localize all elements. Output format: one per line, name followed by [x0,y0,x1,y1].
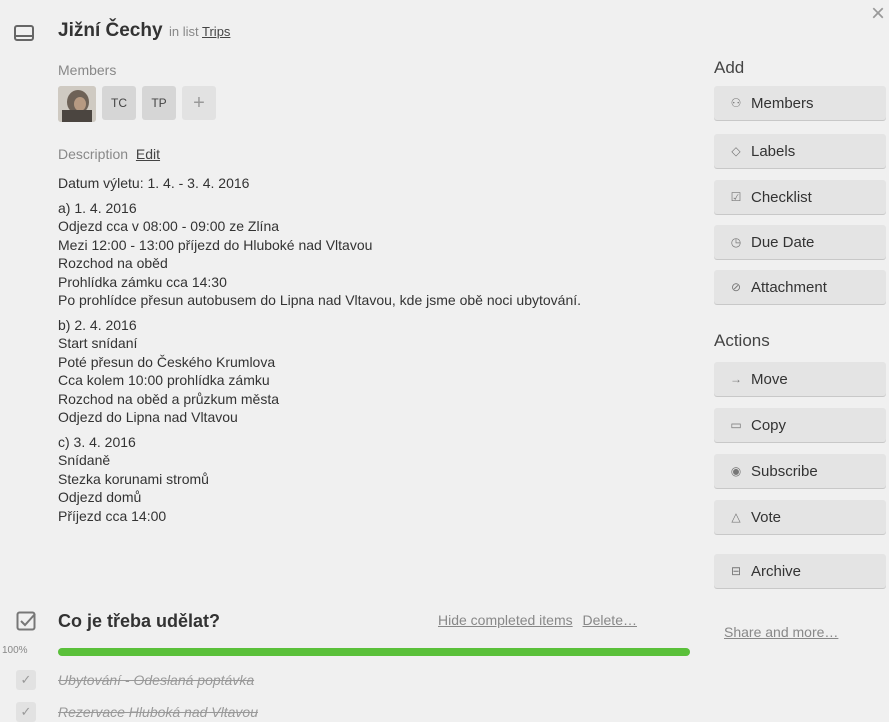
description-line: Po prohlídce přesun autobusem do Lipna n… [58,292,582,308]
button-label: Due Date [751,233,815,251]
description-header: Description Edit [58,146,160,162]
add-due-date-button[interactable]: ◷ Due Date [714,225,886,259]
add-attachment-button[interactable]: ⊘ Attachment [714,270,886,304]
members-label: Members [58,62,117,78]
button-label: Members [751,94,814,112]
card-detail-window: × Jižní Čechy in list Trips Members TC T… [0,0,889,722]
add-checklist-button[interactable]: ☑ Checklist [714,180,886,214]
description-label: Description [58,146,129,162]
description-line: Datum výletu: 1. 4. - 3. 4. 2016 [58,175,250,191]
checklist-icon: ☑ [730,190,742,204]
close-icon[interactable]: × [871,2,885,26]
checklist-percent: 100% [2,645,28,656]
members-list: TC TP + [58,86,216,122]
button-label: Copy [751,416,787,434]
eye-icon: ◉ [730,464,742,478]
thumbs-up-icon: △ [731,510,741,524]
copy-icon: ▭ [730,418,742,432]
card-icon [14,25,34,41]
archive-button[interactable]: ⊟ Archive [714,554,886,588]
add-member-button[interactable]: + [182,86,216,120]
edit-description-link[interactable]: Edit [136,146,160,162]
arrow-right-icon: → [730,372,742,386]
member-tc[interactable]: TC [102,86,136,120]
checklist-controls: Hide completed items Delete… [438,612,637,628]
description-line: c) 3. 4. 2016 [58,433,136,450]
in-list-text: in list Trips [169,24,230,39]
add-members-button[interactable]: ⚇ Members [714,86,886,120]
person-icon: ⚇ [730,96,742,110]
tag-icon: ◇ [731,144,741,158]
description-line: Rozchod na oběd [58,255,168,271]
member-tp[interactable]: TP [142,86,176,120]
checklist-item-checkbox[interactable]: ✓ [16,702,36,722]
copy-button[interactable]: ▭ Copy [714,408,886,442]
share-and-more-link[interactable]: Share and more… [724,624,838,640]
check-icon: ✓ [20,704,32,719]
paperclip-icon: ⊘ [730,280,742,294]
in-list-prefix: in list [169,24,199,39]
button-label: Archive [751,562,802,580]
check-icon: ✓ [20,672,32,687]
button-label: Checklist [751,188,812,206]
avatar[interactable] [58,86,96,122]
description-line: Start snídaní [58,335,138,351]
button-label: Vote [751,508,782,526]
description-text[interactable]: Datum výletu: 1. 4. - 3. 4. 2016 a) 1. 4… [58,174,678,531]
description-line: Prohlídka zámku cca 14:30 [58,273,227,290]
description-line: Mezi 12:00 - 13:00 příjezd do Hluboké na… [58,236,373,253]
move-button[interactable]: → Move [714,362,886,396]
checklist-item-text[interactable]: Ubytování - Odeslaná poptávka [58,672,254,688]
description-paragraph: Datum výletu: 1. 4. - 3. 4. 2016 [58,174,678,193]
button-label: Move [751,370,788,388]
description-line: Příjezd cca 14:00 [58,507,167,524]
description-line: Odjezd domů [58,489,142,505]
description-line: Poté přesun do Českého Krumlova [58,353,276,370]
card-title-row: Jižní Čechy in list Trips [58,20,230,42]
card-title[interactable]: Jižní Čechy [58,20,163,41]
checklist-item-checkbox[interactable]: ✓ [16,670,36,690]
avatar-photo [58,86,96,122]
archive-icon: ⊟ [730,564,742,578]
add-heading: Add [714,58,745,77]
description-paragraph: a) 1. 4. 2016 Odjezd cca v 08:00 - 09:00… [58,199,678,310]
button-label: Labels [751,142,796,160]
progress-fill [58,648,690,656]
actions-heading: Actions [714,331,770,350]
subscribe-button[interactable]: ◉ Subscribe [714,454,886,488]
description-line: Snídaně [58,452,111,468]
description-paragraph: c) 3. 4. 2016 Snídaně Stezka korunami st… [58,433,678,526]
checklist-icon [16,611,36,631]
description-line: Stezka korunami stromů [58,470,209,487]
description-line: b) 2. 4. 2016 [58,316,137,333]
vote-button[interactable]: △ Vote [714,500,886,534]
checklist-progress-bar [58,648,690,656]
checklist-title[interactable]: Co je třeba udělat? [58,611,220,632]
button-label: Attachment [751,278,827,296]
description-line: Odjezd cca v 08:00 - 09:00 ze Zlína [58,218,280,234]
description-line: a) 1. 4. 2016 [58,199,137,216]
button-label: Subscribe [751,462,818,480]
delete-checklist-link[interactable]: Delete… [583,612,637,628]
clock-icon: ◷ [730,235,742,249]
checklist-item-text[interactable]: Rezervace Hluboká nad Vltavou [58,704,258,720]
add-labels-button[interactable]: ◇ Labels [714,134,886,168]
description-line: Odjezd do Lipna nad Vltavou [58,409,238,425]
description-paragraph: b) 2. 4. 2016 Start snídaní Poté přesun … [58,316,678,427]
description-line: Rozchod na oběd a průzkum města [58,390,280,407]
list-link[interactable]: Trips [202,24,230,39]
hide-completed-link[interactable]: Hide completed items [438,612,573,628]
description-line: Cca kolem 10:00 prohlídka zámku [58,372,270,388]
